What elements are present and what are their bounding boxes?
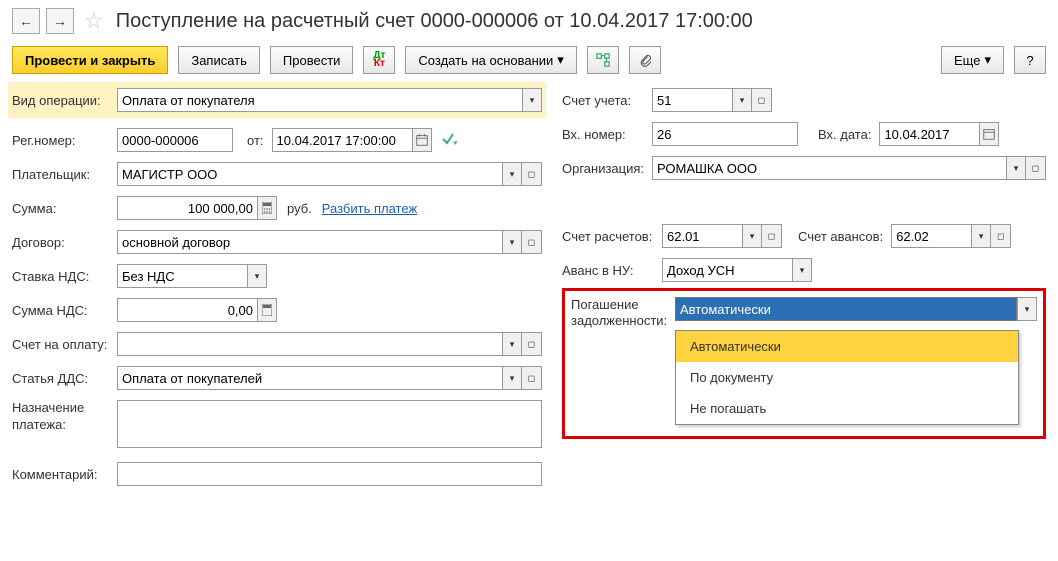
nav-forward-button[interactable]: → (46, 8, 74, 34)
highlighted-debt-section: Погашение задолженности: Автоматически ▾… (562, 288, 1046, 439)
create-based-label: Создать на основании (418, 53, 553, 68)
operation-type-label: Вид операции: (12, 93, 117, 108)
debt-repayment-input[interactable]: Автоматически (675, 297, 1017, 321)
create-based-on-button[interactable]: Создать на основании ▾ (405, 46, 576, 74)
contract-open-button[interactable]: ◻ (522, 230, 542, 254)
avans-nu-dropdown-button[interactable]: ▾ (792, 258, 812, 282)
vat-rate-label: Ставка НДС: (12, 269, 117, 284)
settle-dropdown-button[interactable]: ▾ (742, 224, 762, 248)
payer-open-button[interactable]: ◻ (522, 162, 542, 186)
page-title: Поступление на расчетный счет 0000-00000… (116, 10, 753, 33)
post-button[interactable]: Провести (270, 46, 354, 74)
account-input[interactable] (652, 88, 732, 112)
chevron-down-icon: ▾ (557, 52, 564, 68)
paperclip-icon (638, 53, 652, 67)
operation-type-input[interactable] (117, 88, 522, 112)
sum-calc-button[interactable] (257, 196, 277, 220)
dds-input[interactable] (117, 366, 502, 390)
invoice-open-button[interactable]: ◻ (522, 332, 542, 356)
invoice-dropdown-button[interactable]: ▾ (502, 332, 522, 356)
advance-open-button[interactable]: ◻ (991, 224, 1011, 248)
purpose-textarea[interactable] (117, 400, 542, 448)
sum-label: Сумма: (12, 201, 117, 216)
purpose-label: Назначение платежа: (12, 400, 117, 434)
calculator-icon (262, 202, 272, 214)
split-payment-link[interactable]: Разбить платеж (322, 201, 417, 216)
in-number-label: Вх. номер: (562, 127, 652, 142)
in-number-input[interactable] (652, 122, 798, 146)
org-label: Организация: (562, 161, 652, 176)
dds-label: Статья ДДС: (12, 371, 117, 386)
sum-input[interactable] (117, 196, 257, 220)
reg-number-label: Рег.номер: (12, 133, 117, 148)
dropdown-option-auto[interactable]: Автоматически (676, 331, 1018, 362)
dds-dropdown-button[interactable]: ▾ (502, 366, 522, 390)
payer-input[interactable] (117, 162, 502, 186)
vat-sum-calc-button[interactable] (257, 298, 277, 322)
reg-number-input[interactable] (117, 128, 233, 152)
comment-label: Комментарий: (12, 467, 117, 482)
nav-back-button[interactable]: ← (12, 8, 40, 34)
in-date-label: Вх. дата: (818, 127, 871, 142)
structure-icon (596, 53, 610, 67)
debt-repayment-label: Погашение задолженности: (571, 297, 675, 330)
account-label: Счет учета: (562, 93, 652, 108)
org-input[interactable] (652, 156, 1006, 180)
invoice-label: Счет на оплату: (12, 337, 117, 352)
vat-sum-label: Сумма НДС: (12, 303, 117, 318)
advance-dropdown-button[interactable]: ▾ (971, 224, 991, 248)
settle-account-label: Счет расчетов: (562, 229, 662, 244)
in-date-input[interactable] (879, 122, 979, 146)
payer-label: Плательщик: (12, 167, 117, 182)
calendar-icon (415, 133, 429, 147)
advance-account-label: Счет авансов: (798, 229, 883, 244)
currency-label: руб. (287, 201, 312, 216)
status-ok-icon[interactable] (442, 132, 458, 149)
calendar-icon (982, 127, 996, 141)
date-input[interactable] (272, 128, 412, 152)
vat-rate-dropdown-button[interactable]: ▾ (247, 264, 267, 288)
dropdown-option-none[interactable]: Не погашать (676, 393, 1018, 424)
contract-label: Договор: (12, 235, 117, 250)
post-and-close-button[interactable]: Провести и закрыть (12, 46, 168, 74)
debt-dropdown-list: Автоматически По документу Не погашать (675, 330, 1019, 425)
avans-nu-label: Аванс в НУ: (562, 263, 662, 278)
account-dropdown-button[interactable]: ▾ (732, 88, 752, 112)
favorite-star-icon[interactable]: ☆ (84, 8, 104, 34)
chevron-down-icon: ▾ (984, 52, 991, 68)
vat-rate-input[interactable] (117, 264, 247, 288)
avans-nu-input[interactable] (662, 258, 792, 282)
payer-dropdown-button[interactable]: ▾ (502, 162, 522, 186)
settle-account-input[interactable] (662, 224, 742, 248)
save-button[interactable]: Записать (178, 46, 260, 74)
in-date-calendar-button[interactable] (979, 122, 999, 146)
invoice-input[interactable] (117, 332, 502, 356)
calculator-icon (262, 304, 272, 316)
more-label: Еще (954, 53, 980, 68)
help-button[interactable]: ? (1014, 46, 1046, 74)
contract-input[interactable] (117, 230, 502, 254)
org-open-button[interactable]: ◻ (1026, 156, 1046, 180)
settle-open-button[interactable]: ◻ (762, 224, 782, 248)
more-button[interactable]: Еще ▾ (941, 46, 1004, 74)
advance-account-input[interactable] (891, 224, 971, 248)
date-calendar-button[interactable] (412, 128, 432, 152)
dropdown-option-by-doc[interactable]: По документу (676, 362, 1018, 393)
dtkt-button[interactable]: ДтКт (363, 46, 395, 74)
from-label: от: (247, 133, 264, 148)
attach-button[interactable] (629, 46, 661, 74)
dds-open-button[interactable]: ◻ (522, 366, 542, 390)
comment-input[interactable] (117, 462, 542, 486)
account-open-button[interactable]: ◻ (752, 88, 772, 112)
vat-sum-input[interactable] (117, 298, 257, 322)
contract-dropdown-button[interactable]: ▾ (502, 230, 522, 254)
structure-button[interactable] (587, 46, 619, 74)
operation-type-dropdown-button[interactable]: ▾ (522, 88, 542, 112)
debt-dropdown-button[interactable]: ▾ (1017, 297, 1037, 321)
org-dropdown-button[interactable]: ▾ (1006, 156, 1026, 180)
